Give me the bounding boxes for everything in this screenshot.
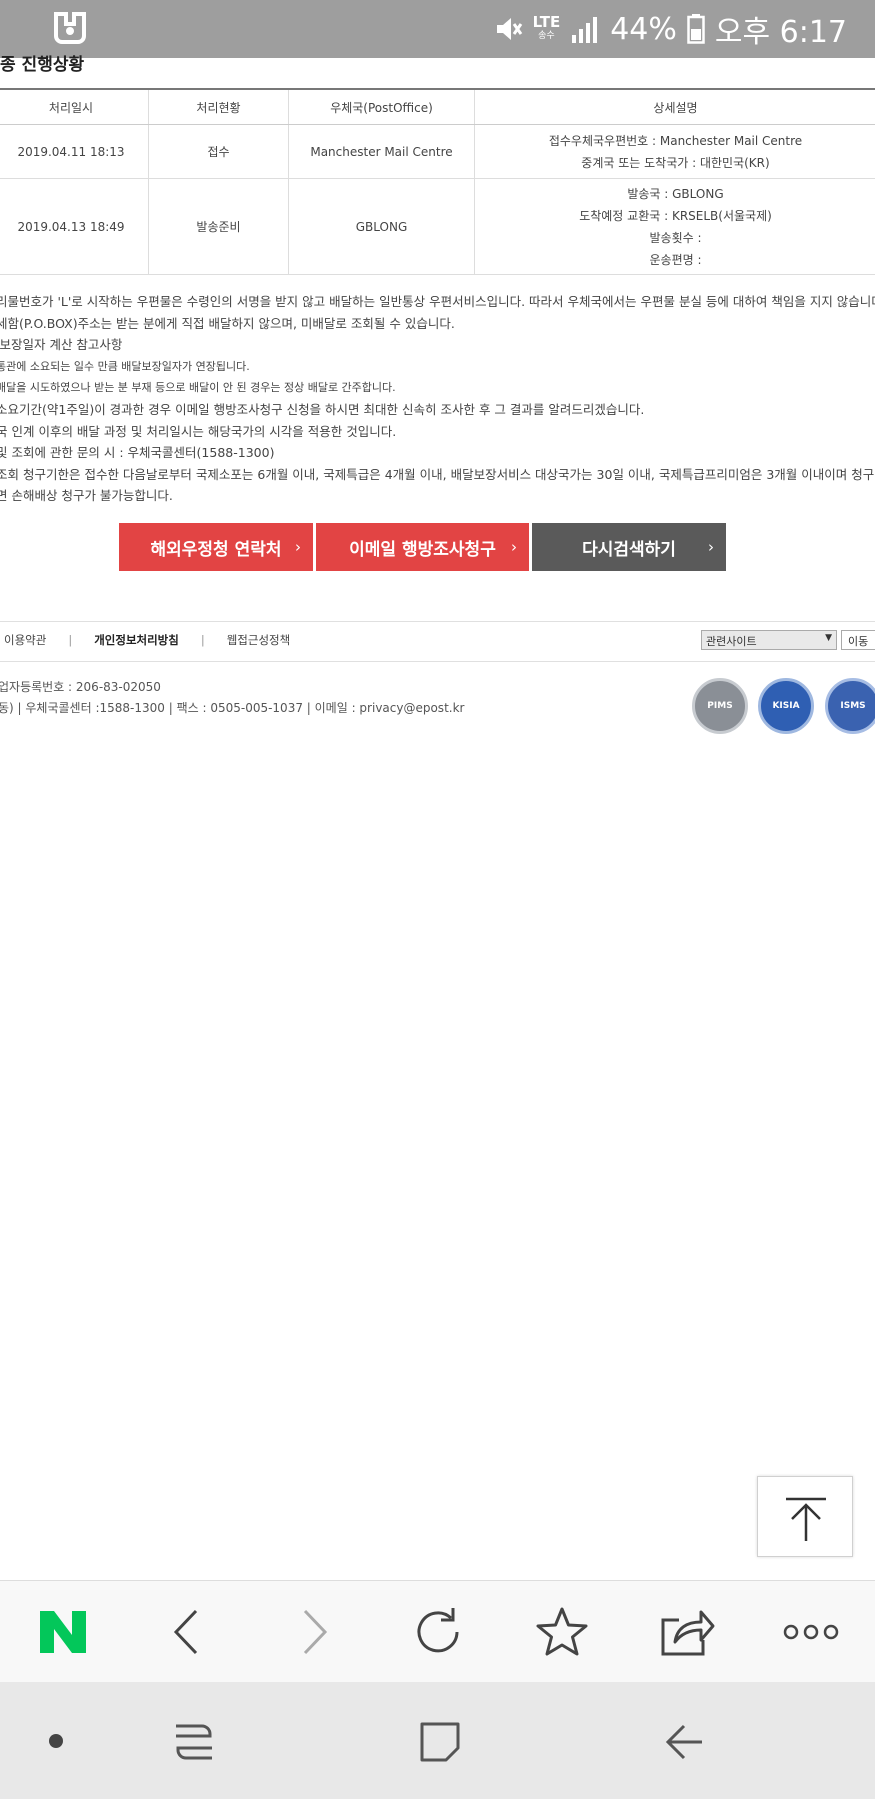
system-nav-bar (0, 1682, 875, 1799)
notice-item: 통관에 소요되는 일수 만큼 배달보장일자가 연장됩니다. (0, 359, 250, 373)
notice-item: l보장일자 계산 참고사항 (0, 337, 123, 353)
contact-info: 동) | 우체국콜센터 :1588-1300 | 팩스 : 0505-005-1… (0, 701, 465, 715)
terms-link[interactable]: 이용약관 (4, 632, 46, 648)
notice-item: 세함(P.O.BOX)주소는 받는 분에게 직접 배달하지 않으며, 미배달로 … (0, 315, 455, 331)
status-bar: LTE 송수 44% 오후 6:17 (0, 0, 875, 58)
signal-icon (572, 17, 598, 43)
notice-item: 소요기간(약1주일)이 경과한 경우 이메일 행방조사청구 신청을 하시면 최대… (0, 401, 645, 417)
go-button[interactable]: 이동 (841, 630, 875, 650)
chevron-right-icon: › (511, 538, 517, 556)
isms-badge-icon: ISMS (825, 678, 875, 734)
share-icon (661, 1610, 715, 1656)
notice-item: 조회 청구기한은 접수한 다음날로부터 국제소포는 6개월 이내, 국제특급은 … (0, 466, 875, 482)
detail-line: 발송국 : GBLONG (627, 186, 724, 201)
row-datetime: 2019.04.11 18:13 (0, 124, 149, 179)
detail-line: 발송횟수 : (649, 230, 702, 245)
page-title: 종 진행상황 (0, 55, 85, 75)
row-status: 발송준비 (148, 178, 289, 275)
detail-line: 도착예정 교환국 : KRSELB(서울국제) (579, 208, 772, 223)
accessibility-link[interactable]: 웹접근성정책 (227, 632, 290, 648)
notice-item: 면 손해배상 청구가 불가능합니다. (0, 488, 173, 504)
battery-icon (687, 14, 705, 44)
detail-line: 운송편명 : (649, 252, 702, 267)
row-details: 접수우체국우편번호 : Manchester Mail Centre 중계국 또… (474, 124, 875, 179)
privacy-link[interactable]: 개인정보처리방침 (94, 632, 179, 648)
share-button[interactable] (652, 1599, 722, 1665)
table-header-row: 처리일시 처리현황 우체국(PostOffice) 상세설명 (0, 88, 875, 125)
search-again-button[interactable]: 다시검색하기 › (532, 523, 726, 571)
detail-line: 접수우체국우편번호 : Manchester Mail Centre (548, 133, 803, 148)
business-number: 업자등록번호 : 206-83-02050 (0, 680, 161, 694)
pims-badge-icon: PIMS (692, 678, 748, 734)
carrier-logo-icon (54, 12, 86, 44)
more-button[interactable] (776, 1599, 846, 1665)
footer-links: 이용약관 | 개인정보처리방침 | 웹접근성정책 (4, 632, 291, 648)
refresh-button[interactable] (403, 1599, 473, 1665)
home-icon[interactable] (418, 1720, 462, 1764)
dropdown-arrow-icon: ▼ (825, 633, 832, 643)
recent-apps-icon[interactable] (172, 1720, 216, 1764)
tracking-table: 처리일시 처리현황 우체국(PostOffice) 상세설명 2019.04.1… (0, 88, 875, 275)
naver-logo-icon (40, 1611, 86, 1653)
chevron-right-icon (303, 1609, 328, 1655)
header-status: 처리현황 (148, 88, 289, 125)
naver-home-button[interactable] (28, 1599, 98, 1665)
notice-item: 리물번호가 'L'로 시작하는 우편물은 수령인의 서명을 받지 않고 배달하는… (0, 294, 875, 309)
email-claim-button[interactable]: 이메일 행방조사청구 › (316, 523, 529, 571)
chevron-left-icon (173, 1609, 198, 1655)
clock: 오후 6:17 (714, 15, 847, 50)
row-datetime: 2019.04.13 18:49 (0, 178, 149, 275)
battery-percent: 44% (610, 11, 677, 47)
detail-line: 중계국 또는 도착국가 : 대한민국(KR) (581, 155, 770, 170)
row-details: 발송국 : GBLONG 도착예정 교환국 : KRSELB(서울국제) 발송횟… (474, 178, 875, 275)
forward-button[interactable] (280, 1599, 350, 1665)
table-row: 2019.04.11 18:13 접수 Manchester Mail Cent… (0, 124, 875, 179)
header-datetime: 처리일시 (0, 88, 149, 125)
row-office: GBLONG (288, 178, 475, 275)
star-icon (536, 1607, 588, 1656)
more-icon (783, 1624, 839, 1640)
footer-info: 업자등록번호 : 206-83-02050 동) | 우체국콜센터 :1588-… (0, 677, 464, 719)
network-type: LTE 송수 (532, 13, 561, 42)
header-office: 우체국(PostOffice) (288, 88, 475, 125)
row-office: Manchester Mail Centre (288, 124, 475, 179)
header-details: 상세설명 (474, 88, 875, 125)
dot-icon[interactable] (48, 1733, 64, 1749)
footer-divider (0, 661, 875, 662)
refresh-icon (417, 1608, 459, 1653)
notice-item: 배달을 시도하였으나 받는 분 부재 등으로 배달이 안 된 경우는 정상 배달… (0, 381, 396, 395)
notice-item: 국 인계 이후의 배달 과정 및 처리일시는 해당국가의 시각을 적용한 것입니… (0, 423, 397, 439)
notice-list: 리물번호가 'L'로 시작하는 우편물은 수령인의 서명을 받지 않고 배달하는… (0, 291, 875, 507)
notice-item: 및 조회에 관한 문의 시 : 우체국콜센터(1588-1300) (0, 445, 275, 461)
arrow-up-icon (786, 1497, 826, 1541)
back-nav-icon[interactable] (662, 1722, 706, 1762)
kisia-badge-icon: KISIA (758, 678, 814, 734)
related-sites-select[interactable]: 관련사이트 ▼ (701, 630, 837, 650)
back-button[interactable] (151, 1599, 221, 1665)
scroll-to-top-button[interactable] (757, 1476, 853, 1557)
bookmark-button[interactable] (527, 1599, 597, 1665)
row-status: 접수 (148, 124, 289, 179)
mute-icon (496, 18, 522, 40)
browser-toolbar (0, 1580, 875, 1683)
footer-divider (0, 621, 875, 622)
chevron-right-icon: › (708, 538, 714, 556)
table-row: 2019.04.13 18:49 발송준비 GBLONG 발송국 : GBLON… (0, 178, 875, 275)
overseas-contact-button[interactable]: 해외우정청 연락처 › (119, 523, 313, 571)
chevron-right-icon: › (295, 538, 301, 556)
